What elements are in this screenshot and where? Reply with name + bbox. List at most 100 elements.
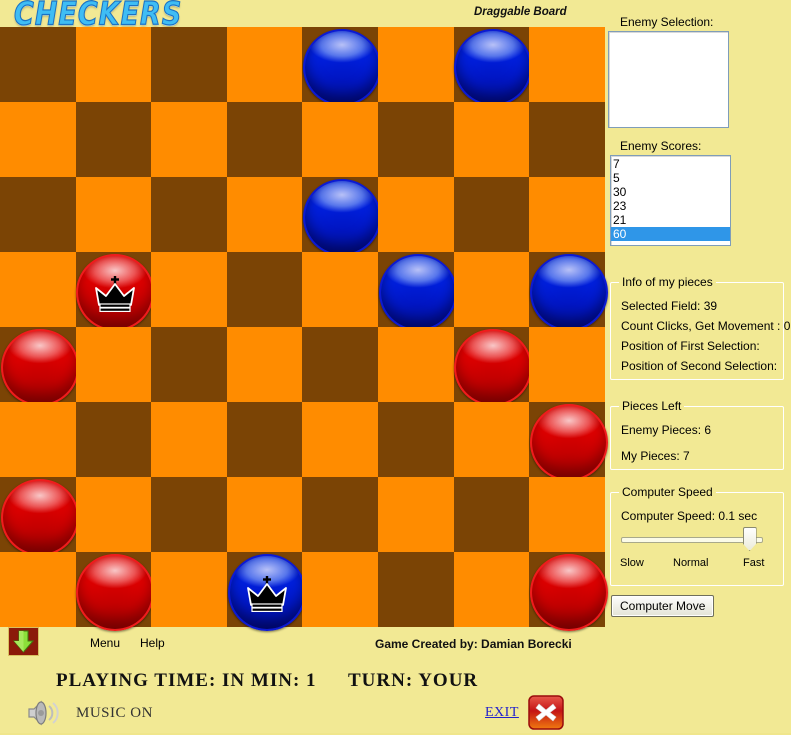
checker-piece-blue[interactable] xyxy=(454,28,533,106)
board-square[interactable] xyxy=(151,102,227,177)
board-square[interactable] xyxy=(75,327,152,402)
board-square[interactable] xyxy=(302,552,378,627)
board-square[interactable] xyxy=(529,402,608,481)
board-square[interactable] xyxy=(377,252,457,331)
board-square[interactable] xyxy=(151,552,227,627)
board-square[interactable] xyxy=(302,402,378,477)
checkers-board[interactable] xyxy=(0,27,608,631)
selected-field-value: Selected Field: 39 xyxy=(621,299,718,313)
board-square[interactable] xyxy=(377,27,454,102)
list-item[interactable]: 7 xyxy=(611,157,730,171)
board-square[interactable] xyxy=(226,27,303,102)
down-arrow-icon[interactable] xyxy=(8,627,39,656)
board-square[interactable] xyxy=(151,327,227,402)
board-square[interactable] xyxy=(75,477,152,552)
board-square[interactable] xyxy=(377,477,454,552)
checker-piece-red[interactable] xyxy=(529,403,608,481)
board-square[interactable] xyxy=(302,177,382,256)
computer-speed-slider-track[interactable] xyxy=(621,537,763,543)
checker-king-blue[interactable] xyxy=(227,553,306,631)
board-square[interactable] xyxy=(0,552,76,627)
board-square[interactable] xyxy=(302,327,378,402)
board-square[interactable] xyxy=(226,402,303,477)
king-crown-icon xyxy=(246,576,287,613)
board-square[interactable] xyxy=(377,552,454,627)
board-square[interactable] xyxy=(453,402,530,477)
board-square[interactable] xyxy=(75,552,155,631)
board-square[interactable] xyxy=(151,252,227,327)
board-square[interactable] xyxy=(226,552,306,631)
checker-piece-blue[interactable] xyxy=(378,253,457,331)
board-square[interactable] xyxy=(151,27,227,102)
computer-speed-value: Computer Speed: 0.1 sec xyxy=(621,509,758,523)
help-link[interactable]: Help xyxy=(140,636,165,650)
enemy-scores-listbox[interactable]: 7 5 30 23 21 60 xyxy=(610,155,731,246)
board-square[interactable] xyxy=(0,252,76,327)
checker-piece-blue[interactable] xyxy=(529,253,608,331)
checker-piece-red[interactable] xyxy=(0,478,79,556)
computer-speed-slider-thumb[interactable] xyxy=(742,527,757,551)
board-square[interactable] xyxy=(226,477,303,552)
board-square[interactable] xyxy=(151,177,227,252)
board-square[interactable] xyxy=(453,177,530,252)
board-square[interactable] xyxy=(453,552,530,627)
board-square[interactable] xyxy=(151,477,227,552)
board-square[interactable] xyxy=(453,252,530,327)
credit-text: Game Created by: Damian Borecki xyxy=(375,637,572,651)
list-item[interactable]: 21 xyxy=(611,213,730,227)
board-square[interactable] xyxy=(0,177,76,252)
board-square[interactable] xyxy=(302,477,378,552)
list-item[interactable]: 5 xyxy=(611,171,730,185)
board-square[interactable] xyxy=(529,252,608,331)
board-square[interactable] xyxy=(226,252,303,327)
board-square[interactable] xyxy=(529,327,605,402)
board-square[interactable] xyxy=(226,102,303,177)
list-item[interactable]: 60 xyxy=(611,227,730,241)
board-square[interactable] xyxy=(453,477,530,552)
computer-move-button[interactable]: Computer Move xyxy=(611,595,715,617)
board-square[interactable] xyxy=(226,327,303,402)
speaker-icon[interactable] xyxy=(26,698,60,728)
board-square[interactable] xyxy=(226,177,303,252)
checker-piece-red[interactable] xyxy=(76,553,155,631)
board-square[interactable] xyxy=(302,102,378,177)
board-square[interactable] xyxy=(302,252,378,327)
board-square[interactable] xyxy=(377,327,454,402)
board-square[interactable] xyxy=(0,402,76,477)
list-item[interactable]: 23 xyxy=(611,199,730,213)
checker-piece-blue[interactable] xyxy=(303,28,382,106)
checker-piece-red[interactable] xyxy=(0,328,79,406)
checker-piece-blue[interactable] xyxy=(303,178,382,256)
board-square[interactable] xyxy=(302,27,382,106)
board-square[interactable] xyxy=(75,27,152,102)
exit-link[interactable]: EXIT xyxy=(485,705,519,721)
board-square[interactable] xyxy=(75,102,152,177)
board-square[interactable] xyxy=(377,402,454,477)
checker-king-red[interactable] xyxy=(76,253,155,331)
board-square[interactable] xyxy=(453,327,533,406)
enemy-selection-label: Enemy Selection: xyxy=(620,15,714,29)
board-square[interactable] xyxy=(151,402,227,477)
board-square[interactable] xyxy=(0,102,76,177)
checker-piece-red[interactable] xyxy=(454,328,533,406)
board-square[interactable] xyxy=(529,177,605,252)
board-square[interactable] xyxy=(453,102,530,177)
board-square[interactable] xyxy=(453,27,533,106)
enemy-selection-listbox[interactable] xyxy=(608,31,729,128)
board-square[interactable] xyxy=(75,177,152,252)
menu-link[interactable]: Menu xyxy=(90,636,120,650)
list-item[interactable]: 30 xyxy=(611,185,730,199)
board-square[interactable] xyxy=(75,402,152,477)
board-square[interactable] xyxy=(529,552,608,631)
close-icon[interactable] xyxy=(528,695,564,730)
board-square[interactable] xyxy=(0,477,79,556)
board-square[interactable] xyxy=(529,102,605,177)
board-square[interactable] xyxy=(529,477,605,552)
checker-piece-red[interactable] xyxy=(529,553,608,631)
board-square[interactable] xyxy=(75,252,155,331)
board-square[interactable] xyxy=(529,27,605,102)
board-square[interactable] xyxy=(0,327,79,406)
board-square[interactable] xyxy=(0,27,76,102)
board-square[interactable] xyxy=(377,102,454,177)
board-square[interactable] xyxy=(377,177,454,252)
